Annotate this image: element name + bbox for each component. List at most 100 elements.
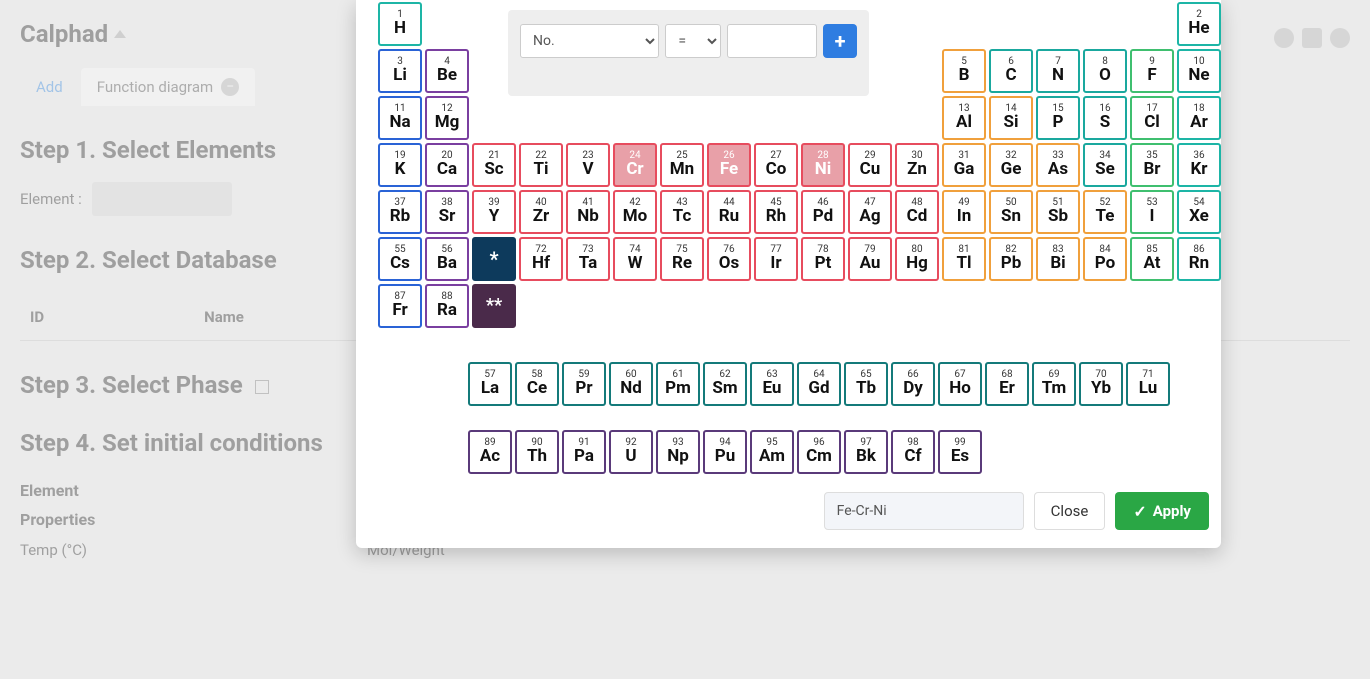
- element-Rh[interactable]: 45Rh: [754, 190, 798, 234]
- element-Ga[interactable]: 31Ga: [942, 143, 986, 187]
- element-Mg[interactable]: 12Mg: [425, 96, 469, 140]
- element-Pd[interactable]: 46Pd: [801, 190, 845, 234]
- actinide-placeholder[interactable]: **: [472, 284, 516, 328]
- element-N[interactable]: 7N: [1036, 49, 1080, 93]
- element-Mn[interactable]: 25Mn: [660, 143, 704, 187]
- element-Al[interactable]: 13Al: [942, 96, 986, 140]
- element-Re[interactable]: 75Re: [660, 237, 704, 281]
- element-Nb[interactable]: 41Nb: [566, 190, 610, 234]
- element-W[interactable]: 74W: [613, 237, 657, 281]
- element-H[interactable]: 1H: [378, 2, 422, 46]
- element-Rn[interactable]: 86Rn: [1177, 237, 1221, 281]
- element-Cl[interactable]: 17Cl: [1130, 96, 1174, 140]
- element-Ra[interactable]: 88Ra: [425, 284, 469, 328]
- element-Ir[interactable]: 77Ir: [754, 237, 798, 281]
- element-O[interactable]: 8O: [1083, 49, 1127, 93]
- element-As[interactable]: 33As: [1036, 143, 1080, 187]
- element-Ne[interactable]: 10Ne: [1177, 49, 1221, 93]
- element-Ru[interactable]: 44Ru: [707, 190, 751, 234]
- apply-button[interactable]: ✓ Apply: [1115, 492, 1209, 530]
- element-He[interactable]: 2He: [1177, 2, 1221, 46]
- element-Br[interactable]: 35Br: [1130, 143, 1174, 187]
- element-Fr[interactable]: 87Fr: [378, 284, 422, 328]
- element-Cr[interactable]: 24Cr: [613, 143, 657, 187]
- element-Se[interactable]: 34Se: [1083, 143, 1127, 187]
- element-Os[interactable]: 76Os: [707, 237, 751, 281]
- element-Am[interactable]: 95Am: [750, 430, 794, 474]
- element-Cf[interactable]: 98Cf: [891, 430, 935, 474]
- element-Dy[interactable]: 66Dy: [891, 362, 935, 406]
- element-Pb[interactable]: 82Pb: [989, 237, 1033, 281]
- element-Ge[interactable]: 32Ge: [989, 143, 1033, 187]
- element-Tc[interactable]: 43Tc: [660, 190, 704, 234]
- element-Ti[interactable]: 22Ti: [519, 143, 563, 187]
- element-Tm[interactable]: 69Tm: [1032, 362, 1076, 406]
- element-Si[interactable]: 14Si: [989, 96, 1033, 140]
- element-Bk[interactable]: 97Bk: [844, 430, 888, 474]
- element-S[interactable]: 16S: [1083, 96, 1127, 140]
- element-C[interactable]: 6C: [989, 49, 1033, 93]
- selected-elements-input[interactable]: [824, 492, 1024, 530]
- lanthanide-placeholder[interactable]: *: [472, 237, 516, 281]
- element-Ce[interactable]: 58Ce: [515, 362, 559, 406]
- element-Hg[interactable]: 80Hg: [895, 237, 939, 281]
- element-Zr[interactable]: 40Zr: [519, 190, 563, 234]
- element-P[interactable]: 15P: [1036, 96, 1080, 140]
- element-Co[interactable]: 27Co: [754, 143, 798, 187]
- element-Zn[interactable]: 30Zn: [895, 143, 939, 187]
- element-Ac[interactable]: 89Ac: [468, 430, 512, 474]
- element-Mo[interactable]: 42Mo: [613, 190, 657, 234]
- element-Sc[interactable]: 21Sc: [472, 143, 516, 187]
- element-Y[interactable]: 39Y: [472, 190, 516, 234]
- element-Pm[interactable]: 61Pm: [656, 362, 700, 406]
- element-Rb[interactable]: 37Rb: [378, 190, 422, 234]
- element-Cs[interactable]: 55Cs: [378, 237, 422, 281]
- element-Ni[interactable]: 28Ni: [801, 143, 845, 187]
- element-Te[interactable]: 52Te: [1083, 190, 1127, 234]
- element-Tl[interactable]: 81Tl: [942, 237, 986, 281]
- element-Sm[interactable]: 62Sm: [703, 362, 747, 406]
- element-Th[interactable]: 90Th: [515, 430, 559, 474]
- element-Kr[interactable]: 36Kr: [1177, 143, 1221, 187]
- element-Np[interactable]: 93Np: [656, 430, 700, 474]
- element-Pt[interactable]: 78Pt: [801, 237, 845, 281]
- element-Ca[interactable]: 20Ca: [425, 143, 469, 187]
- element-Na[interactable]: 11Na: [378, 96, 422, 140]
- element-Pa[interactable]: 91Pa: [562, 430, 606, 474]
- element-Sn[interactable]: 50Sn: [989, 190, 1033, 234]
- element-Tb[interactable]: 65Tb: [844, 362, 888, 406]
- element-Lu[interactable]: 71Lu: [1126, 362, 1170, 406]
- element-U[interactable]: 92U: [609, 430, 653, 474]
- element-Xe[interactable]: 54Xe: [1177, 190, 1221, 234]
- element-B[interactable]: 5B: [942, 49, 986, 93]
- element-Hf[interactable]: 72Hf: [519, 237, 563, 281]
- element-Ba[interactable]: 56Ba: [425, 237, 469, 281]
- element-Yb[interactable]: 70Yb: [1079, 362, 1123, 406]
- element-I[interactable]: 53I: [1130, 190, 1174, 234]
- element-Li[interactable]: 3Li: [378, 49, 422, 93]
- element-La[interactable]: 57La: [468, 362, 512, 406]
- element-Cu[interactable]: 29Cu: [848, 143, 892, 187]
- element-Au[interactable]: 79Au: [848, 237, 892, 281]
- element-Fe[interactable]: 26Fe: [707, 143, 751, 187]
- element-Er[interactable]: 68Er: [985, 362, 1029, 406]
- element-Nd[interactable]: 60Nd: [609, 362, 653, 406]
- element-Ta[interactable]: 73Ta: [566, 237, 610, 281]
- element-Cm[interactable]: 96Cm: [797, 430, 841, 474]
- element-K[interactable]: 19K: [378, 143, 422, 187]
- element-Eu[interactable]: 63Eu: [750, 362, 794, 406]
- element-Ag[interactable]: 47Ag: [848, 190, 892, 234]
- close-button[interactable]: Close: [1034, 492, 1106, 530]
- element-Ar[interactable]: 18Ar: [1177, 96, 1221, 140]
- element-At[interactable]: 85At: [1130, 237, 1174, 281]
- element-V[interactable]: 23V: [566, 143, 610, 187]
- element-Gd[interactable]: 64Gd: [797, 362, 841, 406]
- element-F[interactable]: 9F: [1130, 49, 1174, 93]
- element-Bi[interactable]: 83Bi: [1036, 237, 1080, 281]
- element-Pr[interactable]: 59Pr: [562, 362, 606, 406]
- element-Ho[interactable]: 67Ho: [938, 362, 982, 406]
- element-Pu[interactable]: 94Pu: [703, 430, 747, 474]
- element-Be[interactable]: 4Be: [425, 49, 469, 93]
- element-Cd[interactable]: 48Cd: [895, 190, 939, 234]
- element-Es[interactable]: 99Es: [938, 430, 982, 474]
